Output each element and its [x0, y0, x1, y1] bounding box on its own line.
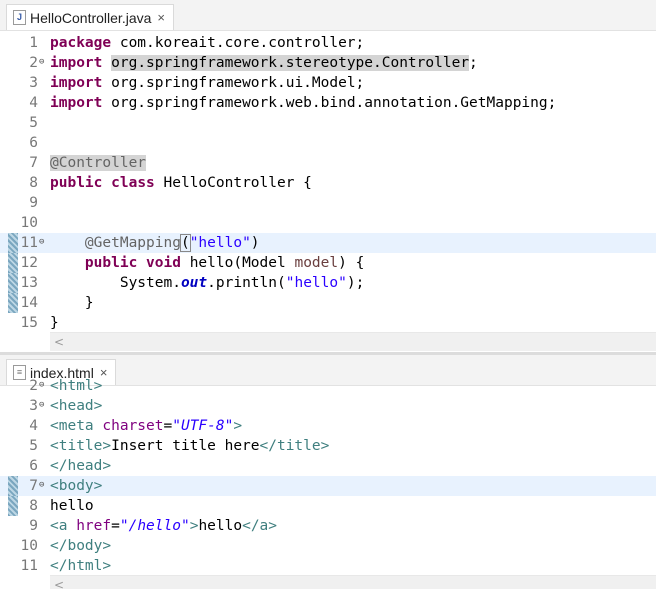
code-line[interactable]: 8 hello	[0, 496, 656, 516]
java-editor-tabbar: J HelloController.java ×	[0, 0, 656, 31]
code-text[interactable]: }	[50, 313, 59, 333]
code-text[interactable]: hello	[50, 496, 94, 516]
html-editor-pane[interactable]: ≡ index.html × 2 ⊖ <html> 3 ⊖ <head> 4 <meta ch…	[0, 355, 656, 589]
line-number: 1	[29, 35, 38, 51]
code-line[interactable]: 5 <title>Insert title here</title>	[0, 436, 656, 456]
line-number: 5	[29, 115, 38, 131]
code-line[interactable]: 6	[0, 133, 656, 153]
code-line[interactable]: 6 </head>	[0, 456, 656, 476]
code-line[interactable]: 11 ⊖ @GetMapping("hello")	[0, 233, 656, 253]
line-number: 4	[29, 418, 38, 434]
line-number: 15	[20, 315, 38, 331]
code-text[interactable]: @GetMapping("hello")	[50, 233, 260, 253]
code-line[interactable]: 14 }	[0, 293, 656, 313]
code-line[interactable]: 9 <a href="/hello">hello</a>	[0, 516, 656, 536]
code-text[interactable]: <html>	[50, 376, 102, 396]
code-text[interactable]: <head>	[50, 396, 102, 416]
code-text[interactable]: }	[50, 293, 94, 313]
line-number: 3	[29, 75, 38, 91]
code-line[interactable]: 4 import org.springframework.web.bind.ann…	[0, 93, 656, 113]
code-line[interactable]: 11 </html>	[0, 556, 656, 576]
scroll-left-arrow-icon[interactable]: <	[54, 333, 64, 351]
code-text[interactable]: <meta charset="UTF-8">	[50, 416, 242, 436]
java-file-icon: J	[13, 10, 26, 25]
code-text[interactable]: System.out.println("hello");	[50, 273, 364, 293]
line-number: 7	[29, 155, 38, 171]
line-number: 7	[29, 478, 38, 494]
html-code-area[interactable]: 2 ⊖ <html> 3 ⊖ <head> 4 <meta charset="UTF-8"> 5…	[0, 376, 656, 576]
code-line[interactable]: 2 ⊖ <html>	[0, 376, 656, 396]
code-text[interactable]: </html>	[50, 556, 111, 576]
line-number: 6	[29, 458, 38, 474]
code-line[interactable]: 3 import org.springframework.ui.Model;	[0, 73, 656, 93]
java-code-area[interactable]: 1 package com.koreait.core.controller; 2 ⊖ i…	[0, 33, 656, 333]
fold-toggle-icon[interactable]: ⊖	[39, 396, 44, 414]
code-text[interactable]: import org.springframework.web.bind.anno…	[50, 93, 556, 113]
scroll-left-arrow-icon[interactable]: <	[54, 576, 64, 589]
line-number: 8	[29, 175, 38, 191]
code-text[interactable]: @Controller	[50, 153, 147, 173]
code-text[interactable]: public void hello(Model model) {	[50, 253, 364, 273]
code-text[interactable]: package com.koreait.core.controller;	[50, 33, 364, 53]
code-line[interactable]: 10 </body>	[0, 536, 656, 556]
line-number: 8	[29, 498, 38, 514]
code-line[interactable]: 2 ⊖ import org.springframework.stereotype.…	[0, 53, 656, 73]
code-line[interactable]: 7 ⊖ <body>	[0, 476, 656, 496]
tab-hello-controller-java[interactable]: J HelloController.java ×	[6, 4, 174, 30]
code-line[interactable]: 12 public void hello(Model model) {	[0, 253, 656, 273]
line-number: 9	[29, 195, 38, 211]
code-text[interactable]: import org.springframework.ui.Model;	[50, 73, 364, 93]
code-line[interactable]: 9	[0, 193, 656, 213]
line-number: 4	[29, 95, 38, 111]
code-text[interactable]: public class HelloController {	[50, 173, 312, 193]
fold-toggle-icon[interactable]: ⊖	[39, 476, 44, 494]
java-horizontal-scrollbar[interactable]: <	[50, 332, 656, 351]
close-icon[interactable]: ×	[157, 10, 165, 25]
code-line[interactable]: 3 ⊖ <head>	[0, 396, 656, 416]
fold-toggle-icon[interactable]: ⊖	[39, 376, 44, 394]
line-number: 9	[29, 518, 38, 534]
line-number: 6	[29, 135, 38, 151]
code-line[interactable]: 1 package com.koreait.core.controller;	[0, 33, 656, 53]
line-number: 5	[29, 438, 38, 454]
code-text[interactable]: <body>	[50, 476, 102, 496]
line-number: 2	[29, 378, 38, 394]
line-number: 11	[20, 235, 38, 251]
java-editor-pane[interactable]: J HelloController.java × 1 package com.ko…	[0, 0, 656, 352]
line-number: 2	[29, 55, 38, 71]
line-number: 14	[20, 295, 38, 311]
code-line[interactable]: 10	[0, 213, 656, 233]
line-number: 11	[20, 558, 38, 574]
tab-title: HelloController.java	[30, 9, 152, 26]
line-number: 12	[20, 255, 38, 271]
line-number: 10	[20, 538, 38, 554]
html-horizontal-scrollbar[interactable]: <	[50, 575, 656, 589]
line-number: 3	[29, 398, 38, 414]
code-text[interactable]: <title>Insert title here</title>	[50, 436, 329, 456]
line-number: 13	[20, 275, 38, 291]
code-line[interactable]: 13 System.out.println("hello");	[0, 273, 656, 293]
line-number: 10	[20, 215, 38, 231]
code-text[interactable]: import org.springframework.stereotype.Co…	[50, 53, 478, 73]
code-text[interactable]: </head>	[50, 456, 111, 476]
code-line[interactable]: 4 <meta charset="UTF-8">	[0, 416, 656, 436]
fold-toggle-icon[interactable]: ⊖	[39, 53, 44, 71]
code-line[interactable]: 8 public class HelloController {	[0, 173, 656, 193]
code-text[interactable]: </body>	[50, 536, 111, 556]
code-text[interactable]: <a href="/hello">hello</a>	[50, 516, 277, 536]
code-line[interactable]: 5	[0, 113, 656, 133]
fold-toggle-icon[interactable]: ⊖	[39, 233, 44, 251]
code-line[interactable]: 15}	[0, 313, 656, 333]
code-line[interactable]: 7 @Controller	[0, 153, 656, 173]
